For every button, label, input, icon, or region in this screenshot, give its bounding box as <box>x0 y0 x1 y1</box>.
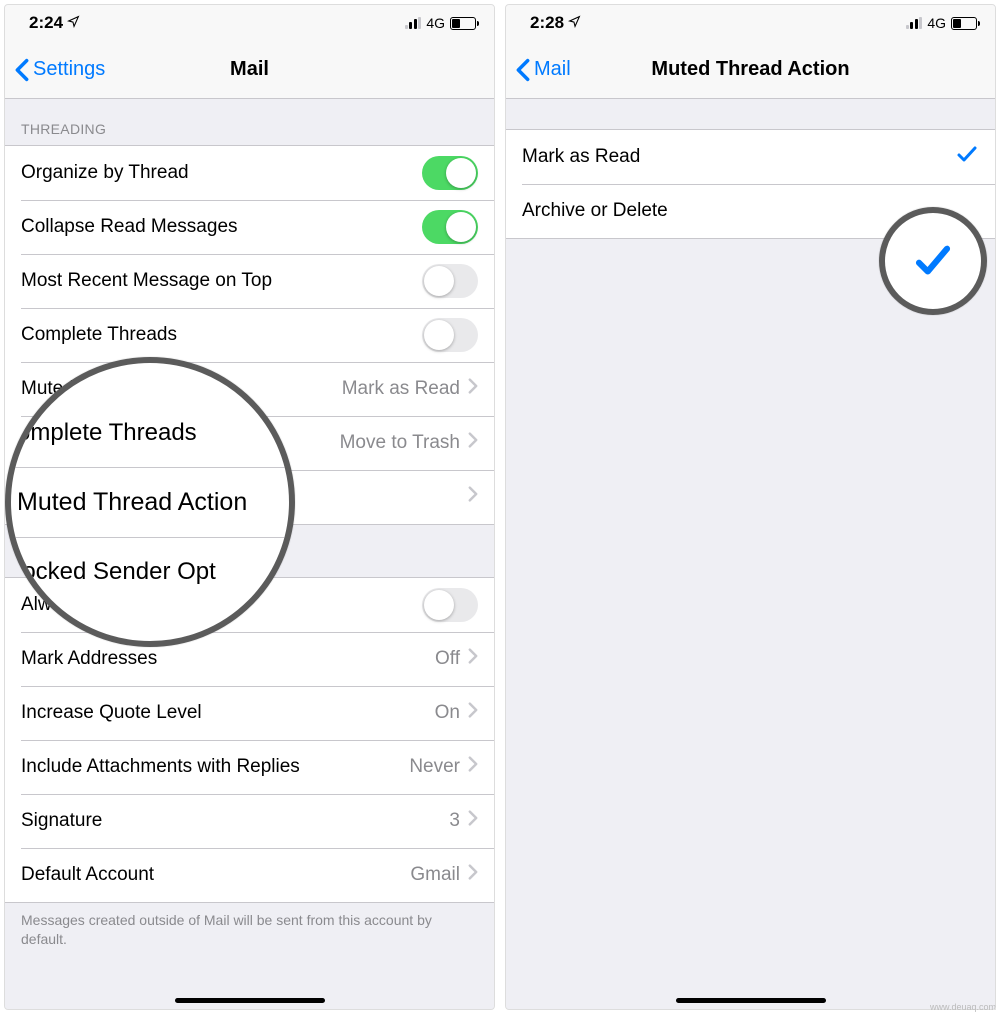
row-value: Mark as Read <box>342 378 460 400</box>
footer-note: Messages created outside of Mail will be… <box>5 903 494 965</box>
magnifier-checkmark <box>879 207 987 315</box>
chevron-right-icon <box>468 810 478 832</box>
checkmark-icon <box>912 240 954 282</box>
battery-icon <box>450 17 476 30</box>
phone-right: 2:28 4G Mail Muted Thread Action <box>505 4 996 1010</box>
back-label: Settings <box>33 58 105 81</box>
row-complete-threads[interactable]: Complete Threads <box>5 308 494 362</box>
row-value: Move to Trash <box>340 432 460 454</box>
row-label: Signature <box>21 810 449 832</box>
row-label: Complete Threads <box>21 324 422 346</box>
row-label: Increase Quote Level <box>21 702 435 724</box>
network-label: 4G <box>927 15 946 31</box>
section-header-threading: THREADING <box>5 99 494 145</box>
toggle-always-bcc[interactable] <box>422 588 478 622</box>
row-value: Gmail <box>410 864 460 886</box>
back-label: Mail <box>534 58 571 81</box>
chevron-left-icon <box>15 58 29 82</box>
chevron-right-icon <box>468 486 478 508</box>
checkmark-icon <box>955 142 979 172</box>
back-button[interactable]: Mail <box>516 58 571 82</box>
row-label: Most Recent Message on Top <box>21 270 422 292</box>
row-label: Organize by Thread <box>21 162 422 184</box>
status-time: 2:28 <box>530 13 564 33</box>
row-signature[interactable]: Signature 3 <box>5 794 494 848</box>
row-label: Include Attachments with Replies <box>21 756 409 778</box>
row-include-attachments[interactable]: Include Attachments with Replies Never <box>5 740 494 794</box>
row-collapse-read[interactable]: Collapse Read Messages <box>5 200 494 254</box>
magnifier-line: omplete Threads <box>11 399 289 467</box>
chevron-right-icon <box>468 756 478 778</box>
toggle-recent-top[interactable] <box>422 264 478 298</box>
status-time: 2:24 <box>29 13 63 33</box>
nav-bar: Settings Mail <box>5 41 494 99</box>
options-content: Mark as Read Archive or Delete <box>506 99 995 1009</box>
watermark: www.deuaq.com <box>930 1002 996 1012</box>
row-recent-top[interactable]: Most Recent Message on Top <box>5 254 494 308</box>
chevron-right-icon <box>468 702 478 724</box>
row-organize-by-thread[interactable]: Organize by Thread <box>5 146 494 200</box>
toggle-collapse-read[interactable] <box>422 210 478 244</box>
row-mark-as-read[interactable]: Mark as Read <box>506 130 995 184</box>
home-indicator[interactable] <box>676 998 826 1003</box>
toggle-complete-threads[interactable] <box>422 318 478 352</box>
status-bar: 2:28 4G <box>506 5 995 41</box>
magnifier-callout: omplete Threads Muted Thread Action lock… <box>5 357 295 647</box>
row-increase-quote[interactable]: Increase Quote Level On <box>5 686 494 740</box>
settings-content: THREADING Organize by Thread Collapse Re… <box>5 99 494 1009</box>
row-value: On <box>435 702 460 724</box>
signal-icon <box>405 17 422 29</box>
row-label: Default Account <box>21 864 410 886</box>
chevron-right-icon <box>468 648 478 670</box>
home-indicator[interactable] <box>175 998 325 1003</box>
chevron-right-icon <box>468 378 478 400</box>
row-label: Collapse Read Messages <box>21 216 422 238</box>
location-icon <box>67 13 80 33</box>
chevron-right-icon <box>468 432 478 454</box>
chevron-right-icon <box>468 864 478 886</box>
phone-left: 2:24 4G Settings Mail THREADING <box>4 4 495 1010</box>
magnifier-line: locked Sender Opt <box>11 537 289 606</box>
row-label: Mark Addresses <box>21 648 435 670</box>
status-bar: 2:24 4G <box>5 5 494 41</box>
chevron-left-icon <box>516 58 530 82</box>
back-button[interactable]: Settings <box>15 58 105 82</box>
signal-icon <box>906 17 923 29</box>
network-label: 4G <box>426 15 445 31</box>
magnifier-line-focus: Muted Thread Action <box>11 467 289 537</box>
row-value: Off <box>435 648 460 670</box>
nav-title: Muted Thread Action <box>506 58 995 81</box>
location-icon <box>568 13 581 33</box>
nav-bar: Mail Muted Thread Action <box>506 41 995 99</box>
row-value: Never <box>409 756 460 778</box>
row-label: Mark as Read <box>522 146 955 168</box>
row-value: 3 <box>449 810 460 832</box>
toggle-organize-by-thread[interactable] <box>422 156 478 190</box>
row-default-account[interactable]: Default Account Gmail <box>5 848 494 902</box>
battery-icon <box>951 17 977 30</box>
